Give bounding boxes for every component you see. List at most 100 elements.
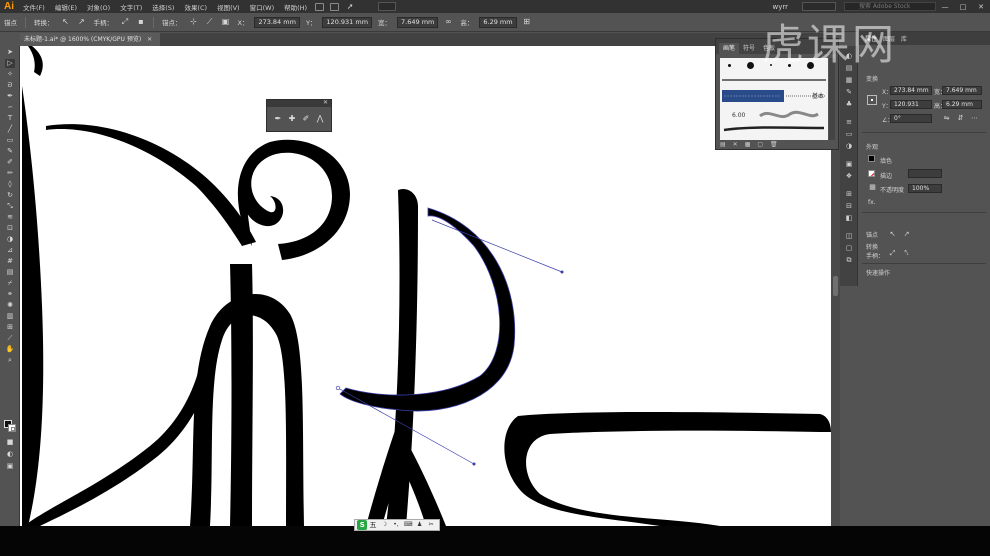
blend-tool-icon[interactable]: ⚭ [5,290,15,299]
layout-switcher[interactable] [378,2,397,11]
reference-point-icon[interactable] [867,95,877,105]
dock-color-icon[interactable]: ◐ [844,52,854,61]
close-button[interactable]: ✕ [972,3,990,11]
x-field[interactable]: 273.84 mm [254,16,300,28]
keyboard-icon[interactable]: ⌨ [404,521,413,529]
options-icon[interactable]: ▦ [745,141,751,148]
ime-logo[interactable]: S [357,520,368,530]
input-method-bar[interactable]: S 五 ☽ •, ⌨ ♟ ✂ [354,519,440,531]
menu-window[interactable]: 窗口(W) [245,2,280,12]
dock-pathfinder-icon[interactable]: ◧ [844,214,854,223]
punctuation-icon[interactable]: •, [392,521,400,529]
tab-brushes[interactable]: 画笔 [719,43,740,54]
line-tool-icon[interactable]: ╱ [5,125,15,134]
transform-icon[interactable]: ⊞ [522,17,532,27]
prop-x-field[interactable]: 273.84 mm [890,86,932,95]
library-menu-icon[interactable]: ▤ [720,141,726,148]
width-field[interactable]: 7.649 mm [397,16,439,28]
tools-icon[interactable]: ✂ [427,521,435,529]
zoom-tool-icon[interactable]: ⌕ [5,356,15,365]
gradient-tool-icon[interactable]: ▤ [5,268,15,277]
pen-tool-icon[interactable]: ✒ [5,92,15,101]
fx-label[interactable]: fx. [868,199,876,206]
type-tool-icon[interactable]: T [5,114,15,123]
menu-edit[interactable]: 编辑(E) [50,2,82,12]
scale-tool-icon[interactable]: ⤡ [5,202,15,211]
send-icon[interactable]: ➚ [345,2,355,12]
shaper-tool-icon[interactable]: ✐ [5,158,15,167]
color-mode-icon[interactable]: ■ [5,438,15,447]
dock-guide-icon[interactable]: ▤ [844,64,854,73]
flip-horizontal-icon[interactable]: ⇋ [942,114,951,123]
show-handles-icon[interactable]: ⤢ [120,17,130,27]
hide-handles-icon[interactable]: ⤣ [902,249,911,258]
tab-close-icon[interactable]: ✕ [147,36,152,43]
artboard-tool-icon[interactable]: ⊞ [5,323,15,332]
menu-view[interactable]: 视图(V) [212,2,245,12]
convert-smooth-icon[interactable]: ↗ [77,17,87,27]
stock-search-input[interactable]: 搜索 Adobe Stock [844,2,936,11]
new-brush-icon[interactable]: ▢ [757,141,763,148]
dock-gradient-icon[interactable]: ▭ [844,130,854,139]
maximize-button[interactable]: □ [954,3,972,11]
delete-anchor-icon[interactable]: ✐ [299,113,313,125]
pen-icon[interactable]: ✒ [271,113,285,125]
pencil-tool-icon[interactable]: ✏ [5,169,15,178]
screen-mode-icon[interactable]: ▣ [5,462,15,471]
lasso-icon[interactable]: ᘐ [5,81,15,90]
dock-artboards-icon[interactable]: ▢ [844,244,854,253]
shape-builder-icon[interactable]: ◑ [5,235,15,244]
dock-brushes-icon[interactable]: ✎ [844,88,854,97]
width-tool-icon[interactable]: ≋ [5,213,15,222]
dock-asset-export-icon[interactable]: ⧉ [844,256,854,265]
document-tab[interactable]: 未标题-1.ai* @ 1600% (CMYK/GPU 预览) ✕ [20,33,160,46]
tab-layers[interactable]: 图层 [880,34,898,43]
dock-layers-icon[interactable]: ◫ [844,232,854,241]
mesh-tool-icon[interactable]: # [5,257,15,266]
prop-y-field[interactable]: 120.931 [890,100,932,109]
prop-w-field[interactable]: 7.649 mm [942,86,982,95]
moon-icon[interactable]: ☽ [380,521,388,529]
brush-panel-scrollbar[interactable] [829,58,835,140]
ime-mode[interactable]: 五 [367,520,378,530]
draw-mode-icon[interactable]: ◐ [5,450,15,459]
dock-transparency-icon[interactable]: ◑ [844,142,854,151]
flip-vertical-icon[interactable]: ⇵ [956,114,965,123]
menu-object[interactable]: 对象(O) [82,2,115,12]
paintbrush-icon[interactable]: ✎ [5,147,15,156]
menu-effect[interactable]: 效果(C) [179,2,212,12]
dock-swatches-icon[interactable]: ▦ [844,76,854,85]
dock-transform-icon[interactable]: ⊞ [844,190,854,199]
bridge-icon[interactable] [315,2,325,11]
remove-anchor-icon[interactable]: ⊹ [189,17,199,27]
dock-symbols-icon[interactable]: ♣ [844,100,854,109]
skin-icon[interactable]: ♟ [416,521,424,529]
curvature-tool-icon[interactable]: ∽ [5,103,15,112]
tab-libraries[interactable]: 库 [898,34,910,43]
rectangle-tool-icon[interactable]: ▭ [5,136,15,145]
perspective-grid-icon[interactable]: ⊿ [5,246,15,255]
remove-stroke-icon[interactable]: ✕ [733,141,738,148]
scrollbar-thumb[interactable] [833,276,838,296]
eraser-tool-icon[interactable]: ◊ [5,180,15,189]
menu-help[interactable]: 帮助(H) [279,2,312,12]
show-handles-icon[interactable]: ⤢ [888,249,897,258]
anchor-point-tool-icon[interactable]: ⋀ [313,113,327,125]
align-icon[interactable]: ▣ [221,17,231,27]
user-name[interactable]: wyrr [766,3,794,11]
fill-color-swatch[interactable] [868,155,875,162]
dock-graphic-styles-icon[interactable]: ❖ [844,172,854,181]
tab-symbols[interactable]: 符号 [739,43,759,54]
convert-corner-icon[interactable]: ↖ [888,230,897,239]
stroke-color-swatch[interactable] [868,170,875,177]
link-icon[interactable]: ∞ [443,17,453,27]
height-field[interactable]: 6.29 mm [479,16,517,28]
floating-panel-header[interactable]: ✕ [267,99,331,107]
hand-tool-icon[interactable]: ✋ [5,345,15,354]
menu-select[interactable]: 选择(S) [147,2,179,12]
stroke-swatch[interactable] [8,424,16,432]
tab-swatches[interactable]: 色板 [759,43,779,54]
menu-file[interactable]: 文件(F) [18,2,50,12]
add-anchor-icon[interactable]: ✚ [285,113,299,125]
convert-smooth-icon[interactable]: ↗ [902,230,911,239]
